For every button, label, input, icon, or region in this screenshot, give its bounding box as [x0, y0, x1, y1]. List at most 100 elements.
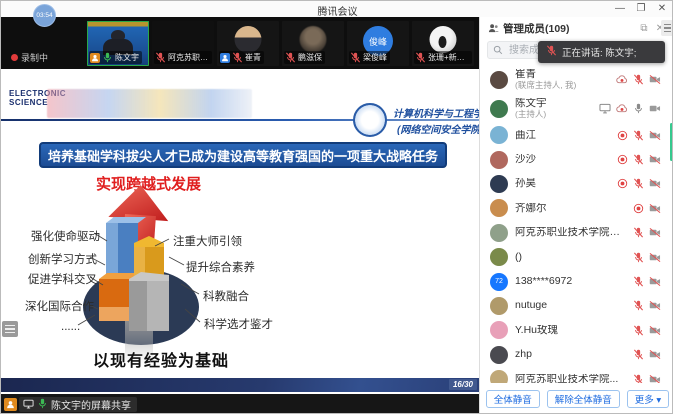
- speaking-toast-text: 正在讲话: 陈文宇;: [562, 45, 636, 59]
- member-avatar: [490, 297, 508, 315]
- member-name: 阿克苏职业技术学院...: [515, 374, 626, 383]
- tile-participant-name: 崔青: [245, 52, 261, 63]
- mic-off-icon: [232, 52, 243, 63]
- member-avatar: [490, 100, 508, 118]
- speaking-toast: 正在讲话: 陈文宇;: [538, 41, 665, 63]
- tencent-meeting-window: 腾讯会议 — ❐ ✕ 03:54 录制中 陈文宇 阿克苏职业技术学... 崔青 鹏滋保…: [0, 0, 673, 414]
- member-row-11[interactable]: Y.Hu玫瑰: [480, 318, 673, 342]
- camera-off-icon[interactable]: [649, 74, 661, 85]
- member-row-12[interactable]: zhp: [480, 343, 673, 367]
- member-row-2[interactable]: 陈文宇(主持人): [480, 94, 673, 123]
- camera-off-icon[interactable]: [649, 154, 661, 165]
- tile-participant-name: 阿克苏职业技术学...: [168, 52, 209, 63]
- member-list[interactable]: 崔青(联席主持人, 我) 陈文宇(主持人) 曲江沙沙孙昊齐娜尔阿克苏职业技术学院欧明…: [480, 65, 673, 383]
- share-status-text: 陈文宇的屏幕共享: [51, 397, 131, 412]
- member-avatar: [490, 370, 508, 383]
- hamburger-menu-icon: [2, 321, 18, 337]
- member-text: nutuge: [515, 300, 626, 311]
- meeting-timer-badge[interactable]: 03:54: [33, 4, 56, 27]
- recording-indicator: 录制中: [11, 51, 48, 64]
- video-tile-4[interactable]: 鹏滋保: [282, 21, 344, 66]
- window-titlebar: 腾讯会议 — ❐ ✕: [1, 1, 673, 17]
- member-name: 曲江: [515, 130, 610, 141]
- slide-label-right-1: 注重大师引领: [173, 233, 242, 249]
- tile-name-bar: 阿克苏职业技术学...: [154, 51, 212, 64]
- member-avatar: [490, 199, 508, 217]
- tile-participant-name: 陈文宇: [115, 52, 139, 63]
- campus-skyline-image: [47, 89, 252, 118]
- mic-off-icon[interactable]: [633, 276, 644, 287]
- camera-off-icon[interactable]: [649, 178, 661, 189]
- camera-off-icon[interactable]: [649, 349, 661, 360]
- mic-on-icon: [102, 52, 113, 63]
- member-row-3[interactable]: 曲江: [480, 123, 673, 147]
- close-button[interactable]: ✕: [656, 2, 668, 15]
- mic-off-icon[interactable]: [633, 74, 644, 85]
- tile-participant-name: 鹏滋保: [298, 52, 322, 63]
- mic-on-icon[interactable]: [633, 103, 644, 114]
- video-tile-6[interactable]: 张珊+新疆天山职...: [412, 21, 474, 66]
- member-row-10[interactable]: nutuge: [480, 294, 673, 318]
- camera-off-icon[interactable]: [649, 203, 661, 214]
- member-avatar: [490, 126, 508, 144]
- record-dot-icon: [633, 203, 644, 214]
- member-row-1[interactable]: 崔青(联席主持人, 我): [480, 65, 673, 94]
- college-name: 计算机科学与工程学院: [393, 105, 479, 120]
- mic-off-icon[interactable]: [633, 130, 644, 141]
- member-row-7[interactable]: 阿克苏职业技术学院欧明桥: [480, 221, 673, 245]
- cloud-recording-icon: [616, 103, 628, 114]
- video-tile-2[interactable]: 阿克苏职业技术学...: [152, 21, 214, 66]
- mic-off-icon[interactable]: [633, 374, 644, 383]
- member-name: nutuge: [515, 300, 626, 311]
- camera-off-icon[interactable]: [649, 252, 661, 263]
- more-button[interactable]: 更多 ▾: [627, 390, 669, 408]
- mic-off-icon[interactable]: [633, 178, 644, 189]
- member-role: (联席主持人, 我): [515, 80, 609, 91]
- slide-label-left-4: 深化国际合作: [25, 298, 94, 314]
- camera-off-icon[interactable]: [649, 325, 661, 336]
- member-row-4[interactable]: 沙沙: [480, 147, 673, 171]
- mute-all-button[interactable]: 全体静音: [486, 390, 540, 408]
- slide-banner: 培养基础学科拔尖人才已成为建设高等教育强国的一项重大战略任务: [39, 142, 447, 168]
- mic-off-icon[interactable]: [633, 227, 644, 238]
- member-text: 崔青(联席主持人, 我): [515, 69, 609, 91]
- member-name: 孙昊: [515, 178, 610, 189]
- member-row-9[interactable]: 72138****6972: [480, 269, 673, 293]
- camera-off-icon[interactable]: [649, 130, 661, 141]
- screen-share-bar: 陈文宇的屏幕共享: [1, 394, 479, 414]
- mic-off-icon[interactable]: [633, 300, 644, 311]
- video-tile-1[interactable]: 陈文宇: [87, 21, 149, 66]
- member-text: 孙昊: [515, 178, 610, 189]
- minimize-button[interactable]: —: [614, 2, 626, 15]
- video-tile-5[interactable]: 俊峰梁俊峰: [347, 21, 409, 66]
- camera-off-icon[interactable]: [649, 300, 661, 311]
- mic-off-icon[interactable]: [633, 252, 644, 263]
- tile-avatar: [235, 26, 262, 53]
- popout-icon[interactable]: ⧉: [638, 23, 650, 34]
- members-icon: [488, 23, 499, 34]
- video-tile-3[interactable]: 崔青: [217, 21, 279, 66]
- camera-on-icon[interactable]: [649, 103, 661, 114]
- member-row-13[interactable]: 阿克苏职业技术学院...: [480, 367, 673, 383]
- panel-toggle-icon[interactable]: [661, 20, 673, 36]
- mic-off-icon[interactable]: [633, 154, 644, 165]
- camera-off-icon[interactable]: [649, 374, 661, 383]
- mic-off-icon[interactable]: [633, 325, 644, 336]
- camera-off-icon[interactable]: [649, 227, 661, 238]
- maximize-button[interactable]: ❐: [635, 2, 647, 15]
- presenter-badge-icon: [4, 398, 17, 411]
- member-row-8[interactable]: (): [480, 245, 673, 269]
- member-text: 阿克苏职业技术学院...: [515, 374, 626, 383]
- tile-name-bar: 张珊+新疆天山职...: [414, 51, 472, 64]
- video-strip: 03:54 录制中 陈文宇阿克苏职业技术学...崔青鹏滋保俊峰梁俊峰张珊+新疆天…: [1, 17, 479, 69]
- member-row-5[interactable]: 孙昊: [480, 172, 673, 196]
- shared-slide: ELECTRONIC SCIENCE 计算机科学与工程学院 (网络空间安全学院)…: [1, 69, 479, 394]
- member-role: (主持人): [515, 109, 592, 120]
- mic-off-icon[interactable]: [633, 349, 644, 360]
- member-name: 齐娜尔: [515, 203, 626, 214]
- unmute-all-button[interactable]: 解除全体静音: [547, 390, 620, 408]
- tile-avatar: [300, 26, 327, 53]
- camera-off-icon[interactable]: [649, 276, 661, 287]
- member-row-6[interactable]: 齐娜尔: [480, 196, 673, 220]
- slide-label-left-2: 创新学习方式: [28, 251, 97, 267]
